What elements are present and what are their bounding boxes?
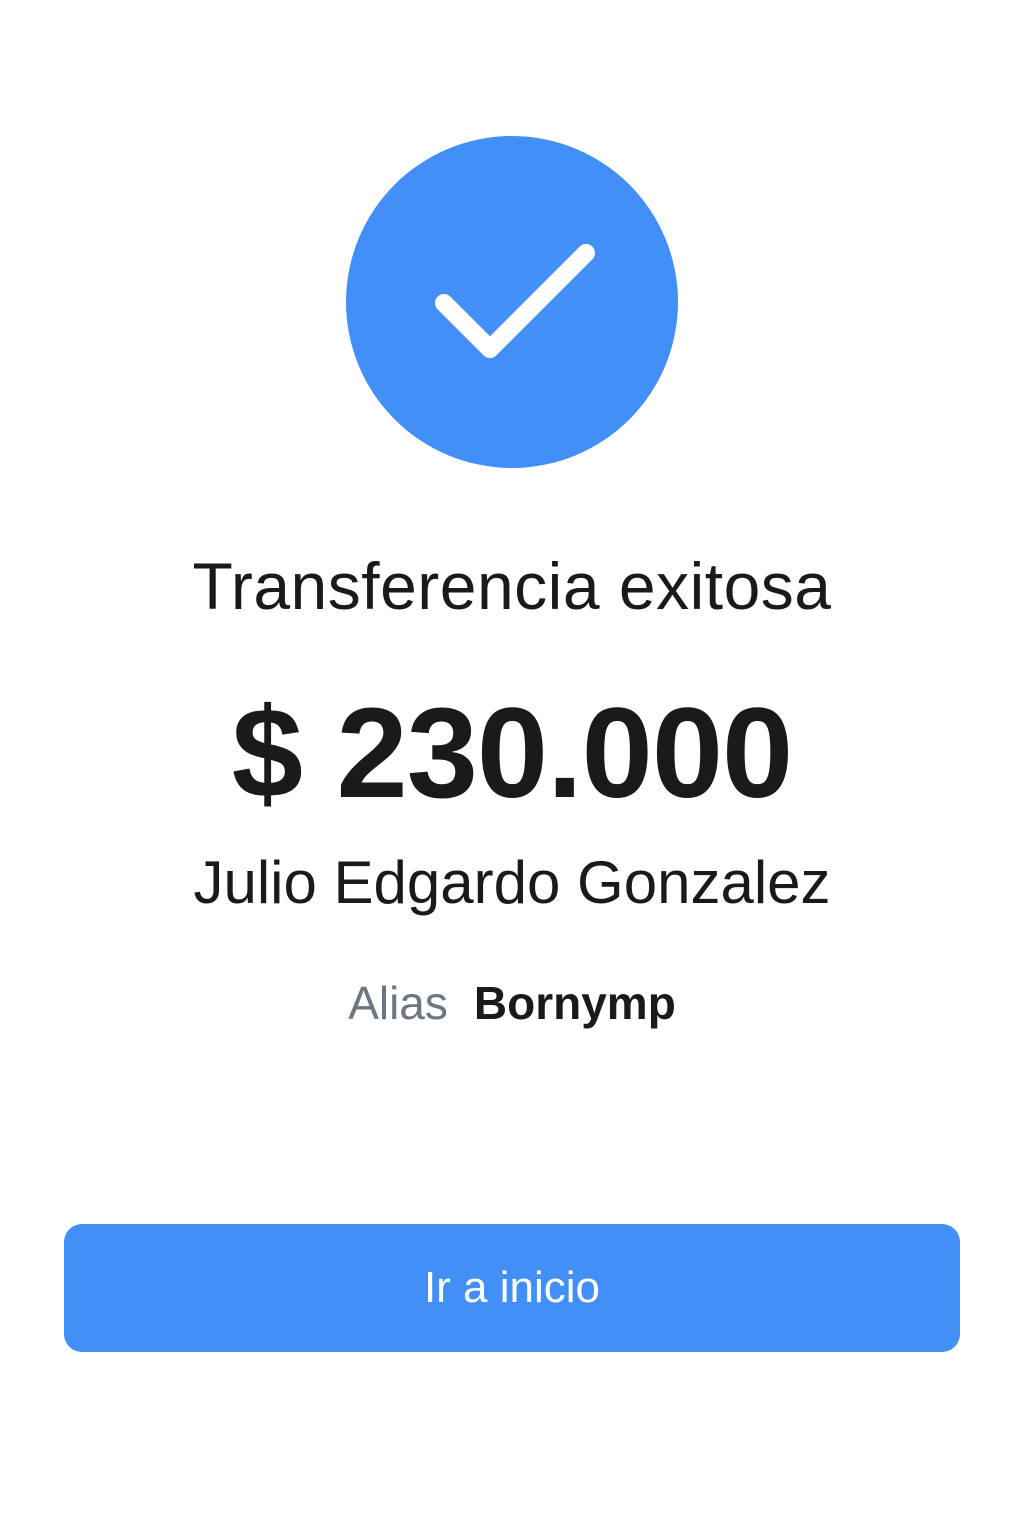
check-icon [435,244,595,358]
page-title: Transferencia exitosa [192,549,832,623]
alias-row: Alias Bornymp [0,976,1024,1030]
alias-label: Alias [348,977,448,1029]
recipient-name: Julio Edgardo Gonzalez [193,849,831,916]
success-badge [346,136,678,468]
transfer-amount: $ 230.000 [231,682,793,825]
transfer-success-screen: Transferencia exitosa $ 230.000 Julio Ed… [0,0,1024,1536]
alias-value: Bornymp [473,977,676,1029]
go-home-button[interactable]: Ir a inicio [64,1224,960,1352]
